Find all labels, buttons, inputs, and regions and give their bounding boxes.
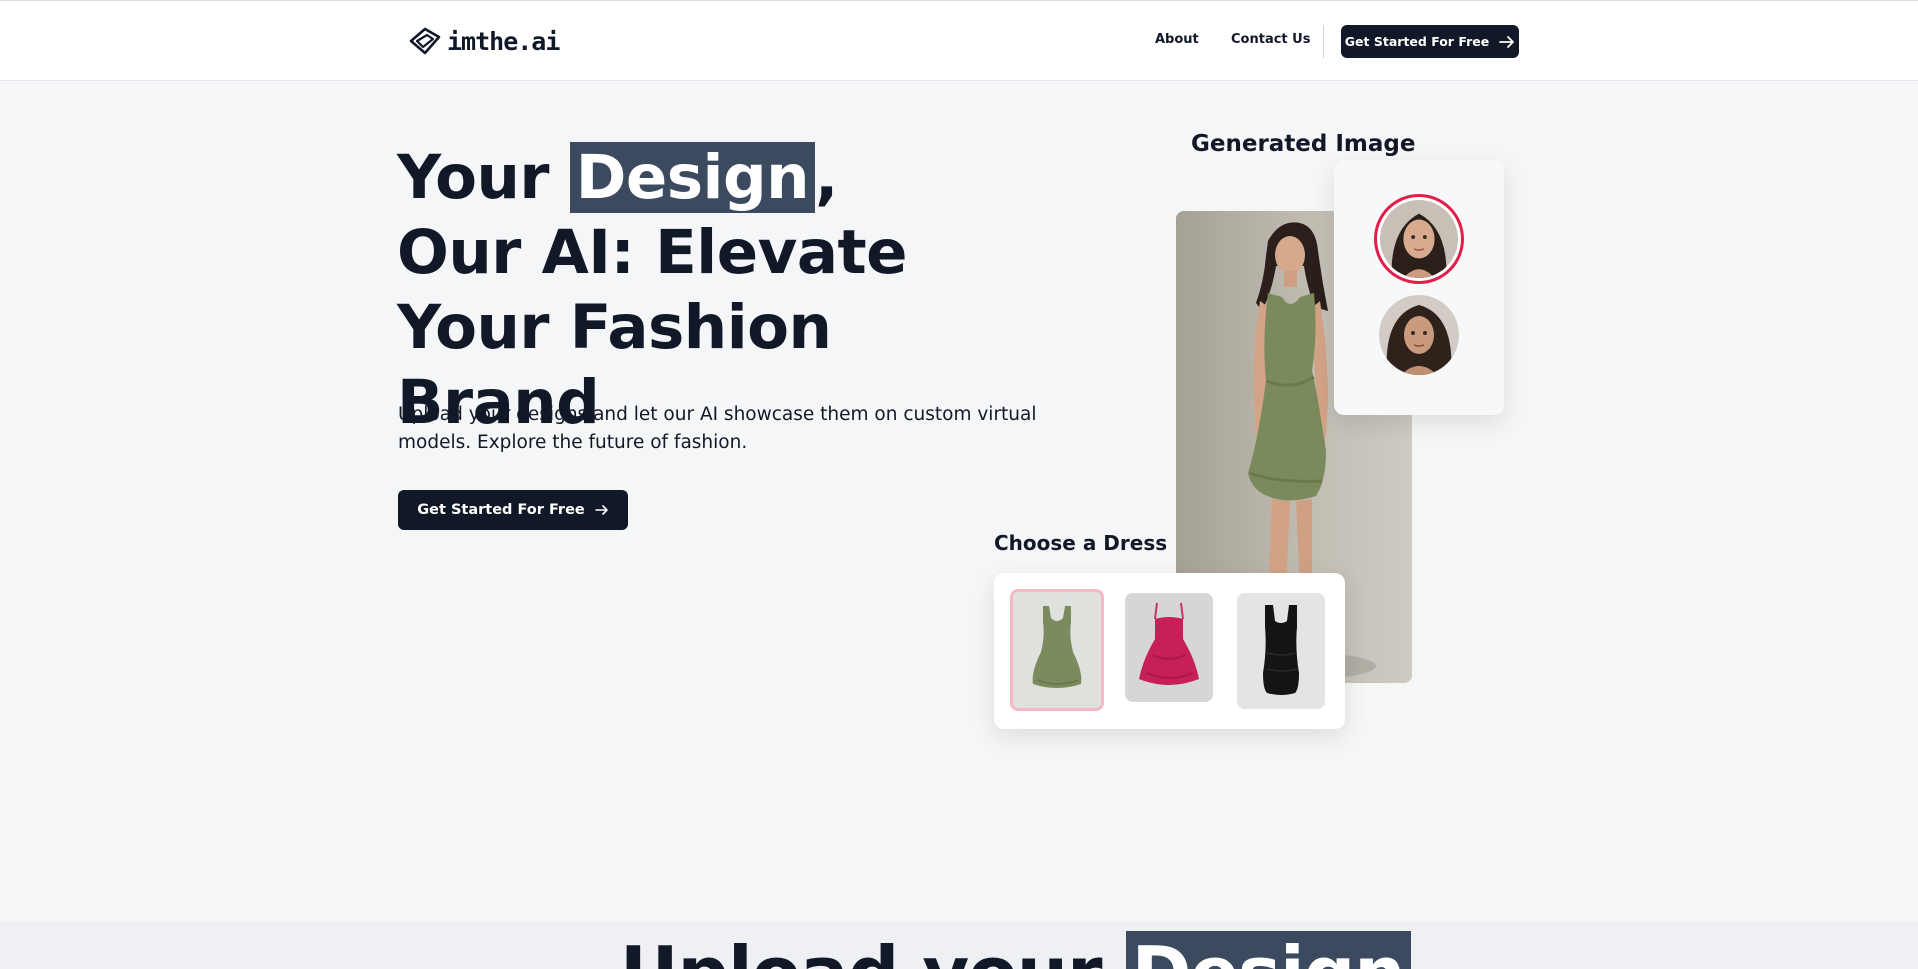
arrow-right-icon: [1499, 35, 1515, 49]
site-header: imthe.ai About Contact Us Get Started Fo…: [0, 0, 1918, 81]
header-get-started-button[interactable]: Get Started For Free: [1341, 25, 1519, 58]
upload-title-start: Upload your: [620, 931, 1126, 969]
arrow-right-icon: [594, 504, 609, 516]
dress-option-green-selected[interactable]: [1010, 589, 1104, 711]
logo-icon: [409, 27, 441, 55]
upload-title-highlight: Design: [1125, 931, 1411, 969]
upload-section-title: Upload your Design: [620, 931, 1411, 969]
generated-image-label: Generated Image: [1191, 131, 1416, 157]
nav-contact-us[interactable]: Contact Us: [1231, 32, 1310, 47]
dress-option-black[interactable]: [1237, 593, 1325, 709]
hero-title: Your Design, Our AI: Elevate Your Fashio…: [397, 140, 957, 440]
header-get-started-label: Get Started For Free: [1344, 34, 1490, 49]
model-selector-panel: [1334, 160, 1504, 415]
hero-get-started-button[interactable]: Get Started For Free: [398, 490, 628, 530]
hero-title-start: Your: [397, 142, 570, 213]
nav-divider: [1323, 25, 1324, 58]
black-dress-image: [1237, 593, 1325, 709]
dress-selector-panel: [994, 573, 1345, 729]
green-dress-image: [1013, 592, 1101, 708]
model-face-image: [1380, 200, 1458, 278]
choose-dress-label: Choose a Dress: [994, 531, 1168, 555]
hero-get-started-label: Get Started For Free: [417, 502, 585, 518]
model-avatar[interactable]: [1379, 295, 1459, 375]
model-face-image: [1379, 295, 1459, 375]
logo-text: imthe.ai: [447, 26, 560, 56]
hero-title-highlight: Design: [569, 142, 816, 213]
pink-dress-image: [1125, 593, 1213, 702]
logo[interactable]: imthe.ai: [407, 23, 560, 59]
dress-option-pink[interactable]: [1125, 593, 1213, 702]
nav-about[interactable]: About: [1155, 32, 1199, 47]
upload-section: Upload your Design: [0, 922, 1918, 969]
model-avatar-selected[interactable]: [1374, 194, 1464, 284]
hero-subtitle: Upload your designs and let our AI showc…: [398, 404, 1037, 453]
